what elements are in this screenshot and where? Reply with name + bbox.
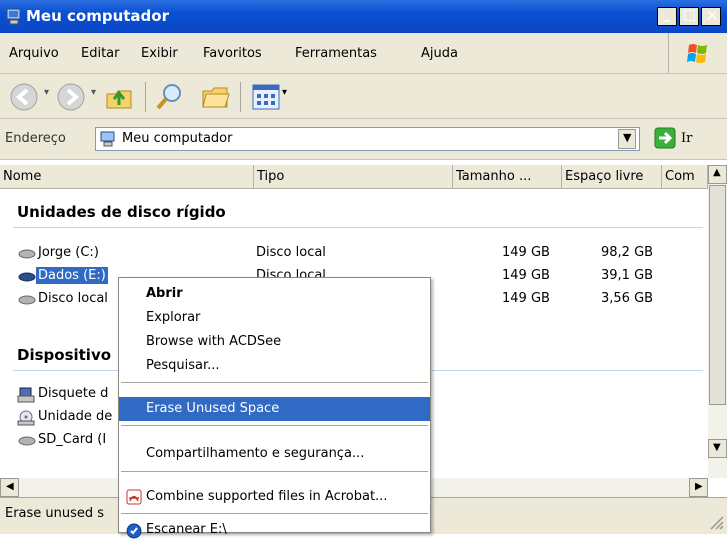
minimize-button[interactable]: _ <box>657 6 677 26</box>
drive-type: Disco local <box>256 245 326 260</box>
scroll-down-button[interactable]: ▼ <box>708 439 727 458</box>
close-icon: × <box>706 6 719 24</box>
back-icon[interactable] <box>9 82 39 112</box>
maximize-icon: □ <box>683 7 697 23</box>
column-header-nome[interactable]: Nome <box>0 165 254 189</box>
address-value: Meu computador <box>122 131 233 146</box>
menu-bar: Arquivo Editar Exibir Favoritos Ferramen… <box>0 33 727 74</box>
cd-drive-icon <box>17 410 35 426</box>
context-separator <box>121 471 428 472</box>
my-computer-icon <box>100 131 115 147</box>
group-hard-disks: Unidades de disco rígido <box>17 203 226 221</box>
go-button-label[interactable]: Ir <box>681 131 692 146</box>
context-item-explorar[interactable]: Explorar <box>119 306 430 330</box>
scroll-down-icon: ▼ <box>713 442 721 453</box>
hard-drive-icon <box>18 272 36 282</box>
back-dropdown-icon[interactable]: ▾ <box>44 87 49 98</box>
maximize-button[interactable]: □ <box>679 7 699 26</box>
address-label: Endereço <box>5 131 66 146</box>
drive-name: Jorge (C:) <box>38 245 99 260</box>
folders-icon[interactable] <box>200 82 232 112</box>
go-arrow-icon[interactable] <box>654 127 676 149</box>
context-item-browse-acdsee[interactable]: Browse with ACDSee <box>119 330 430 354</box>
group-divider <box>13 227 703 228</box>
context-separator <box>121 513 428 514</box>
menu-divider <box>668 33 669 73</box>
hard-drive-icon <box>18 295 36 305</box>
toolbar: ▾ ▾ ▾ <box>0 74 727 119</box>
menu-ajuda[interactable]: Ajuda <box>421 46 458 61</box>
windows-logo-icon <box>687 44 707 63</box>
menu-ferramentas[interactable]: Ferramentas <box>295 46 377 61</box>
menu-arquivo[interactable]: Arquivo <box>9 46 59 61</box>
my-computer-icon <box>6 8 21 25</box>
menu-exibir[interactable]: Exibir <box>141 46 178 61</box>
menu-favoritos[interactable]: Favoritos <box>203 46 262 61</box>
scroll-up-button[interactable]: ▲ <box>708 165 727 184</box>
column-header-tamanho[interactable]: Tamanho ... <box>453 165 562 189</box>
column-header-tipo[interactable]: Tipo <box>254 165 453 189</box>
views-dropdown-icon[interactable]: ▾ <box>282 87 287 98</box>
context-item-combine-acrobat[interactable]: Combine supported files in Acrobat... <box>119 485 430 509</box>
drive-free: 39,1 GB <box>601 268 654 283</box>
context-separator <box>121 382 428 383</box>
removable-drive-icon <box>18 436 36 446</box>
context-item-abrir[interactable]: Abrir <box>119 282 430 306</box>
drive-name: Dados (E:) <box>36 267 108 284</box>
close-button[interactable]: × <box>701 6 721 26</box>
forward-dropdown-icon[interactable]: ▾ <box>91 87 96 98</box>
scroll-up-icon: ▲ <box>713 167 721 178</box>
window-title: Meu computador <box>26 7 169 25</box>
status-text: Erase unused s <box>5 506 105 521</box>
scroll-right-icon: ▶ <box>695 481 703 492</box>
floppy-drive-icon <box>17 387 35 403</box>
context-item-pesquisar[interactable]: Pesquisar... <box>119 354 430 378</box>
drive-size: 149 GB <box>502 268 550 283</box>
drive-size: 149 GB <box>502 291 550 306</box>
address-bar: Endereço Meu computador ▼ Ir <box>0 119 727 160</box>
group-removable-devices: Dispositivo <box>17 346 112 364</box>
context-separator <box>121 425 428 426</box>
title-bar[interactable]: Meu computador _ □ × <box>0 0 727 33</box>
forward-icon[interactable] <box>56 82 86 112</box>
toolbar-separator <box>240 82 241 112</box>
toolbar-separator <box>145 82 146 112</box>
scroll-right-button[interactable]: ▶ <box>689 478 708 497</box>
address-dropdown-button[interactable]: ▼ <box>618 129 636 149</box>
device-name: Unidade de <box>38 409 113 424</box>
views-icon[interactable] <box>252 84 280 110</box>
context-menu: Abrir Explorar Browse with ACDSee Pesqui… <box>118 277 431 539</box>
device-name: SD_Card (I <box>38 432 107 447</box>
column-header-espaco-livre[interactable]: Espaço livre <box>562 165 662 189</box>
vertical-scrollbar[interactable]: ▲ ▼ <box>708 165 727 478</box>
context-item-compartilhamento[interactable]: Compartilhamento e segurança... <box>119 442 430 466</box>
drive-free: 98,2 GB <box>601 245 654 260</box>
up-folder-icon[interactable] <box>104 82 134 112</box>
hard-drive-icon <box>18 249 36 259</box>
drive-name: Disco local <box>38 291 108 306</box>
column-header-comentarios[interactable]: Com <box>662 165 708 189</box>
search-icon[interactable] <box>153 81 185 113</box>
context-item-erase-unused-space[interactable]: Erase Unused Space <box>119 397 430 421</box>
scroll-thumb[interactable] <box>709 185 726 405</box>
device-name: Disquete d <box>38 386 109 401</box>
scroll-left-button[interactable]: ◀ <box>0 478 19 497</box>
context-item-escanear[interactable]: Escanear E:\ <box>119 518 430 542</box>
menu-editar[interactable]: Editar <box>81 46 120 61</box>
drive-size: 149 GB <box>502 245 550 260</box>
drive-free: 3,56 GB <box>601 291 654 306</box>
scroll-left-icon: ◀ <box>6 481 14 492</box>
chevron-down-icon: ▼ <box>623 131 632 144</box>
minimize-icon: _ <box>663 6 670 22</box>
table-row[interactable]: Jorge (C:) Disco local 149 GB 98,2 GB <box>0 244 708 264</box>
address-field[interactable]: Meu computador <box>95 127 640 151</box>
resize-grip-icon[interactable] <box>706 512 724 530</box>
